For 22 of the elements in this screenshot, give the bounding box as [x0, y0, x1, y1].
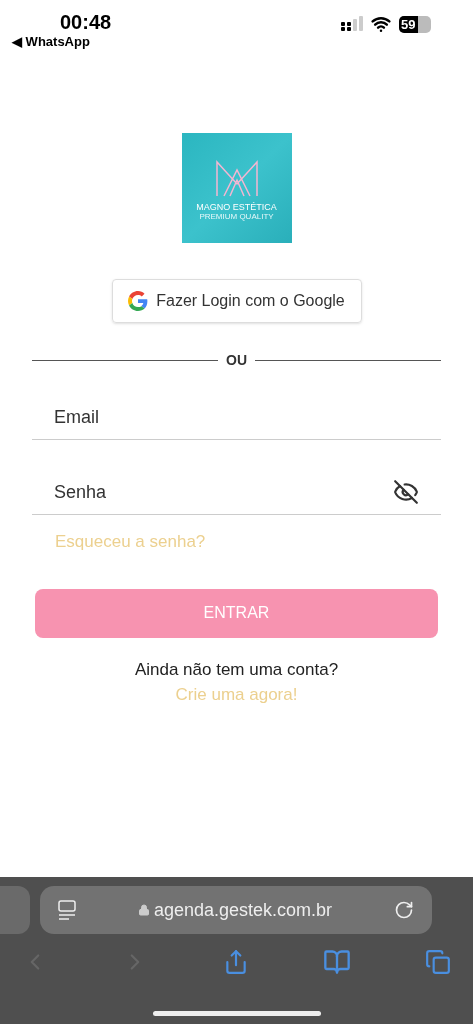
google-login-button[interactable]: Fazer Login com o Google — [111, 279, 362, 323]
battery-indicator: 59 — [399, 15, 431, 33]
tabs-icon[interactable] — [425, 949, 451, 975]
logo-tagline: PREMIUM QUALITY — [199, 211, 274, 221]
reader-icon[interactable] — [58, 900, 76, 920]
signal-icon — [341, 16, 363, 32]
previous-tab[interactable] — [0, 886, 30, 934]
signup-prompt: Ainda não tem uma conta? — [133, 658, 340, 681]
wifi-icon — [371, 14, 391, 34]
reload-icon[interactable] — [394, 900, 414, 920]
lock-icon — [137, 904, 150, 916]
status-time: 00:48 — [60, 10, 112, 34]
logo-name: MAGNO ESTÉTICA — [196, 201, 277, 212]
address-bar[interactable]: agenda.gestek.com.br — [40, 886, 432, 934]
divider-label: OU — [226, 351, 247, 370]
url-text: agenda.gestek.com.br — [153, 898, 333, 922]
hide-password-icon[interactable] — [393, 479, 419, 505]
bookmarks-icon[interactable] — [322, 948, 351, 976]
google-g-icon — [128, 291, 149, 311]
back-to-app-link[interactable]: ◀ WhatsApp — [12, 34, 90, 50]
email-field[interactable]: Email — [32, 395, 441, 440]
password-field[interactable]: Senha — [54, 470, 393, 514]
